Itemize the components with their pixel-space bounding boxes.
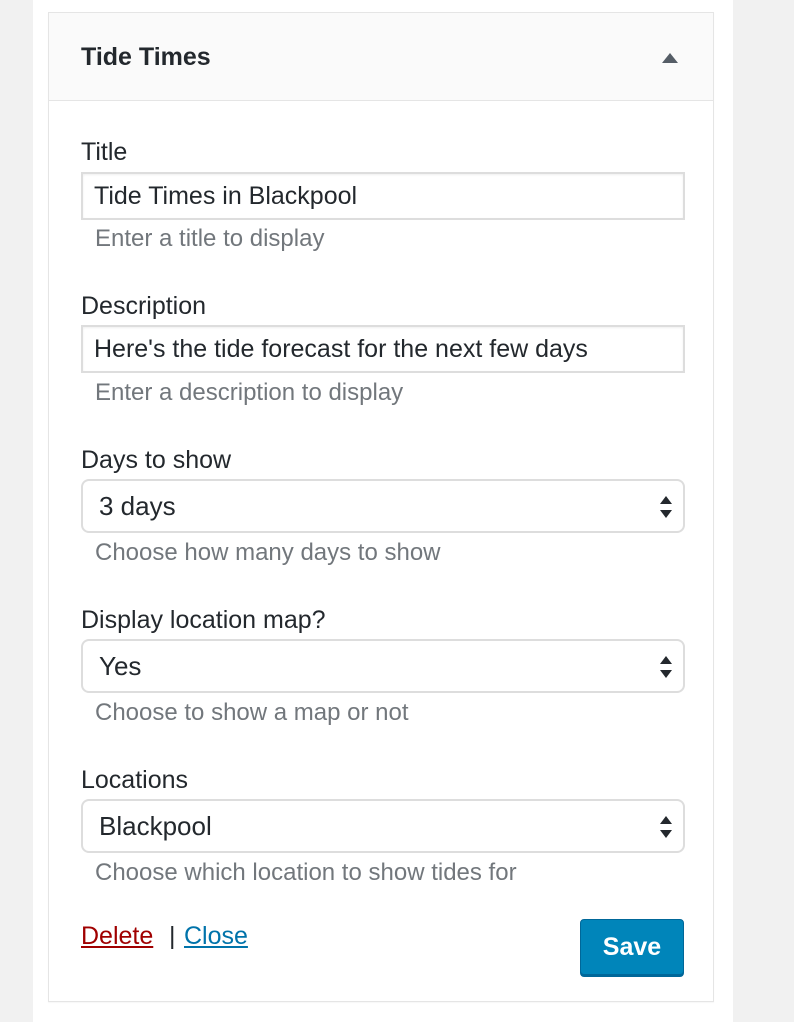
- widget-title: Tide Times: [81, 43, 211, 71]
- days-select[interactable]: 3 days: [81, 479, 685, 533]
- link-separator: |: [169, 922, 176, 950]
- left-gutter: [0, 0, 33, 1022]
- title-input[interactable]: [81, 172, 685, 220]
- days-label: Days to show: [81, 446, 232, 474]
- delete-link[interactable]: Delete: [81, 921, 153, 951]
- select-arrows-icon: [657, 813, 675, 841]
- locations-select[interactable]: Blackpool: [81, 799, 685, 853]
- description-input[interactable]: [81, 325, 685, 373]
- locations-label: Locations: [81, 766, 189, 794]
- locations-selected-value: Blackpool: [99, 811, 212, 841]
- triangle-up-icon[interactable]: [655, 43, 685, 73]
- map-selected-value: Yes: [99, 651, 142, 681]
- title-label: Title: [81, 138, 128, 166]
- description-help-text: Enter a description to display: [95, 379, 404, 406]
- select-arrows-icon: [657, 653, 675, 681]
- locations-help-text: Choose which location to show tides for: [95, 859, 517, 886]
- close-link[interactable]: Close: [184, 921, 248, 951]
- select-arrows-icon: [657, 493, 675, 521]
- widget-header[interactable]: Tide Times: [49, 13, 713, 101]
- right-gutter: [733, 0, 794, 1022]
- days-help-text: Choose how many days to show: [95, 539, 441, 566]
- title-help-text: Enter a title to display: [95, 225, 325, 252]
- page: Tide Times Title Enter a title to displa…: [0, 0, 794, 1022]
- description-label: Description: [81, 292, 207, 320]
- map-help-text: Choose to show a map or not: [95, 699, 409, 726]
- save-button[interactable]: Save: [580, 919, 684, 975]
- days-selected-value: 3 days: [99, 491, 176, 521]
- widget-panel: Tide Times Title Enter a title to displa…: [48, 12, 714, 1002]
- map-label: Display location map?: [81, 606, 326, 634]
- map-select[interactable]: Yes: [81, 639, 685, 693]
